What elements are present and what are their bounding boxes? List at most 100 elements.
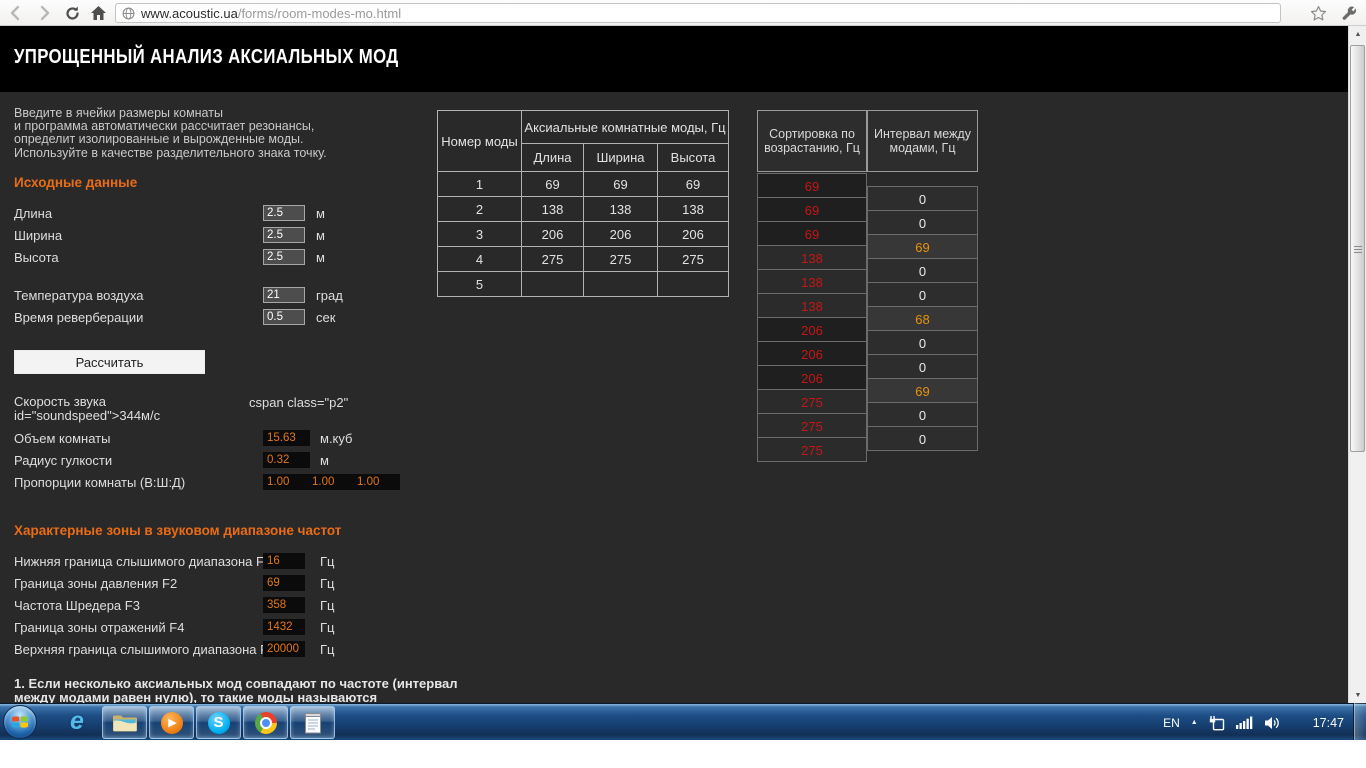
table-cell: 4 (438, 247, 522, 272)
signal-strength-icon[interactable] (1236, 716, 1253, 729)
language-indicator[interactable]: EN (1163, 716, 1180, 730)
zone-label: Нижняя граница слышимого диапазона F1 (14, 554, 271, 569)
vertical-scrollbar[interactable]: ▲ ▼ (1348, 26, 1366, 703)
bottom-white-strip (0, 740, 1366, 768)
home-icon[interactable] (86, 2, 110, 24)
table-cell: 69 (522, 172, 584, 197)
wrench-menu-icon[interactable] (1341, 5, 1358, 22)
taskbar-explorer[interactable] (102, 706, 147, 739)
taskbar-media-player[interactable]: ▶ (149, 706, 194, 739)
table-cell: 206 (658, 222, 729, 247)
table-row: 3206206206 (438, 222, 729, 247)
broken-tag-text: cspan class="p2" (249, 395, 348, 410)
f5-value: 20000 (263, 641, 305, 657)
skype-icon: S (208, 712, 230, 734)
section-heading-input-data: Исходные данные (14, 175, 137, 190)
table-cell: 1 (438, 172, 522, 197)
zone-unit: Гц (320, 620, 335, 635)
field-label: Температура воздуха (14, 288, 144, 303)
network-plug-icon[interactable] (1209, 715, 1225, 731)
field-unit: м (316, 206, 325, 221)
table-cell (584, 272, 658, 297)
sorted-mode-row: 69 (757, 197, 867, 222)
table-row: 5 (438, 272, 729, 297)
zone-label: Граница зоны отражений F4 (14, 620, 184, 635)
back-icon[interactable] (4, 2, 28, 24)
calculate-button[interactable]: Рассчитать (14, 350, 205, 374)
taskbar-notepad[interactable] (290, 706, 335, 739)
zone-label: Частота Шредера F3 (14, 598, 140, 613)
sorted-mode-row: 275 (757, 437, 867, 462)
field-row-length: Длина м (14, 205, 434, 223)
proportion-value-3: 1.00 (353, 474, 400, 490)
table-cell: 206 (584, 222, 658, 247)
scroll-up-icon[interactable]: ▲ (1350, 26, 1366, 42)
intro-text: Введите в ячейки размеры комнаты и прогр… (14, 107, 327, 160)
address-bar[interactable]: www.acoustic.ua/forms/room-modes-mo.html (115, 3, 1281, 23)
windows-logo-icon (11, 714, 29, 730)
temperature-input[interactable] (263, 287, 305, 303)
taskbar-skype[interactable]: S (196, 706, 241, 739)
column-header-mode-number: Номер моды (438, 111, 522, 172)
table-row: 4275275275 (438, 247, 729, 272)
field-unit: сек (316, 310, 335, 325)
sorted-mode-row: 138 (757, 293, 867, 318)
interval-row: 0 (867, 354, 978, 379)
intervals-header: Интервал между модами, Гц (867, 110, 978, 172)
sorted-mode-row: 69 (757, 173, 867, 198)
sorted-modes-column: 696969138138138206206206275275275 (757, 174, 867, 462)
system-tray: EN ▲ (1163, 704, 1344, 741)
volume-icon[interactable] (1264, 716, 1280, 730)
volume-value: 15.63 (263, 430, 310, 446)
windows-taskbar: e ▶ S EN ▲ (0, 703, 1366, 740)
hidden-icons-chevron[interactable]: ▲ (1191, 719, 1198, 726)
length-input[interactable] (263, 205, 305, 221)
interval-row: 0 (867, 426, 978, 451)
interval-row: 0 (867, 186, 978, 211)
width-input[interactable] (263, 227, 305, 243)
field-label: Высота (14, 250, 59, 265)
zone-label: Верхняя граница слышимого диапазона F5 (14, 642, 275, 657)
url-domain: www.acoustic.ua (141, 6, 238, 21)
start-button[interactable] (3, 705, 37, 739)
column-header-width: Ширина (584, 144, 658, 172)
page-header-band: УПРОЩЕННЫЙ АНАЛИЗ АКСИАЛЬНЫХ МОД (0, 26, 1348, 92)
axial-modes-table: Номер моды Аксиальные комнатные моды, Гц… (437, 110, 729, 297)
taskbar-internet-explorer[interactable]: e (60, 707, 94, 739)
field-label: Время реверберации (14, 310, 143, 325)
site-info-globe-icon[interactable] (122, 7, 135, 20)
result-unit: м.куб (320, 431, 352, 446)
table-cell: 206 (522, 222, 584, 247)
zone-label: Граница зоны давления F2 (14, 576, 177, 591)
scroll-down-icon[interactable]: ▼ (1350, 687, 1366, 703)
height-input[interactable] (263, 249, 305, 265)
zone-row-f2: Граница зоны давления F2 69 Гц (14, 575, 494, 593)
zone-row-f3: Частота Шредера F3 358 Гц (14, 597, 494, 615)
sound-speed-text: Скорость звука id="soundspeed">344м/с (14, 395, 160, 423)
bookmark-star-icon[interactable] (1310, 5, 1327, 22)
field-row-reverb-time: Время реверберации сек (14, 309, 434, 327)
zone-row-f1: Нижняя граница слышимого диапазона F1 16… (14, 553, 494, 571)
scrollbar-thumb[interactable] (1350, 45, 1365, 452)
sorted-mode-row: 206 (757, 341, 867, 366)
column-header-group: Аксиальные комнатные моды, Гц (522, 111, 729, 144)
f4-value: 1432 (263, 619, 305, 635)
reload-icon[interactable] (60, 2, 84, 24)
clock[interactable]: 17:47 (1313, 716, 1344, 730)
forward-icon[interactable] (32, 2, 56, 24)
taskbar-chrome[interactable] (243, 706, 288, 739)
f1-value: 16 (263, 553, 305, 569)
table-cell: 2 (438, 197, 522, 222)
reverb-time-input[interactable] (263, 309, 305, 325)
column-header-height: Высота (658, 144, 729, 172)
sorted-mode-row: 138 (757, 269, 867, 294)
table-row: 1696969 (438, 172, 729, 197)
table-row: 2138138138 (438, 197, 729, 222)
interval-row: 0 (867, 258, 978, 283)
sorted-mode-row: 206 (757, 317, 867, 342)
table-cell (658, 272, 729, 297)
interval-row: 68 (867, 306, 978, 331)
table-cell: 3 (438, 222, 522, 247)
show-desktop-button[interactable] (1353, 703, 1366, 740)
sorted-mode-row: 206 (757, 365, 867, 390)
